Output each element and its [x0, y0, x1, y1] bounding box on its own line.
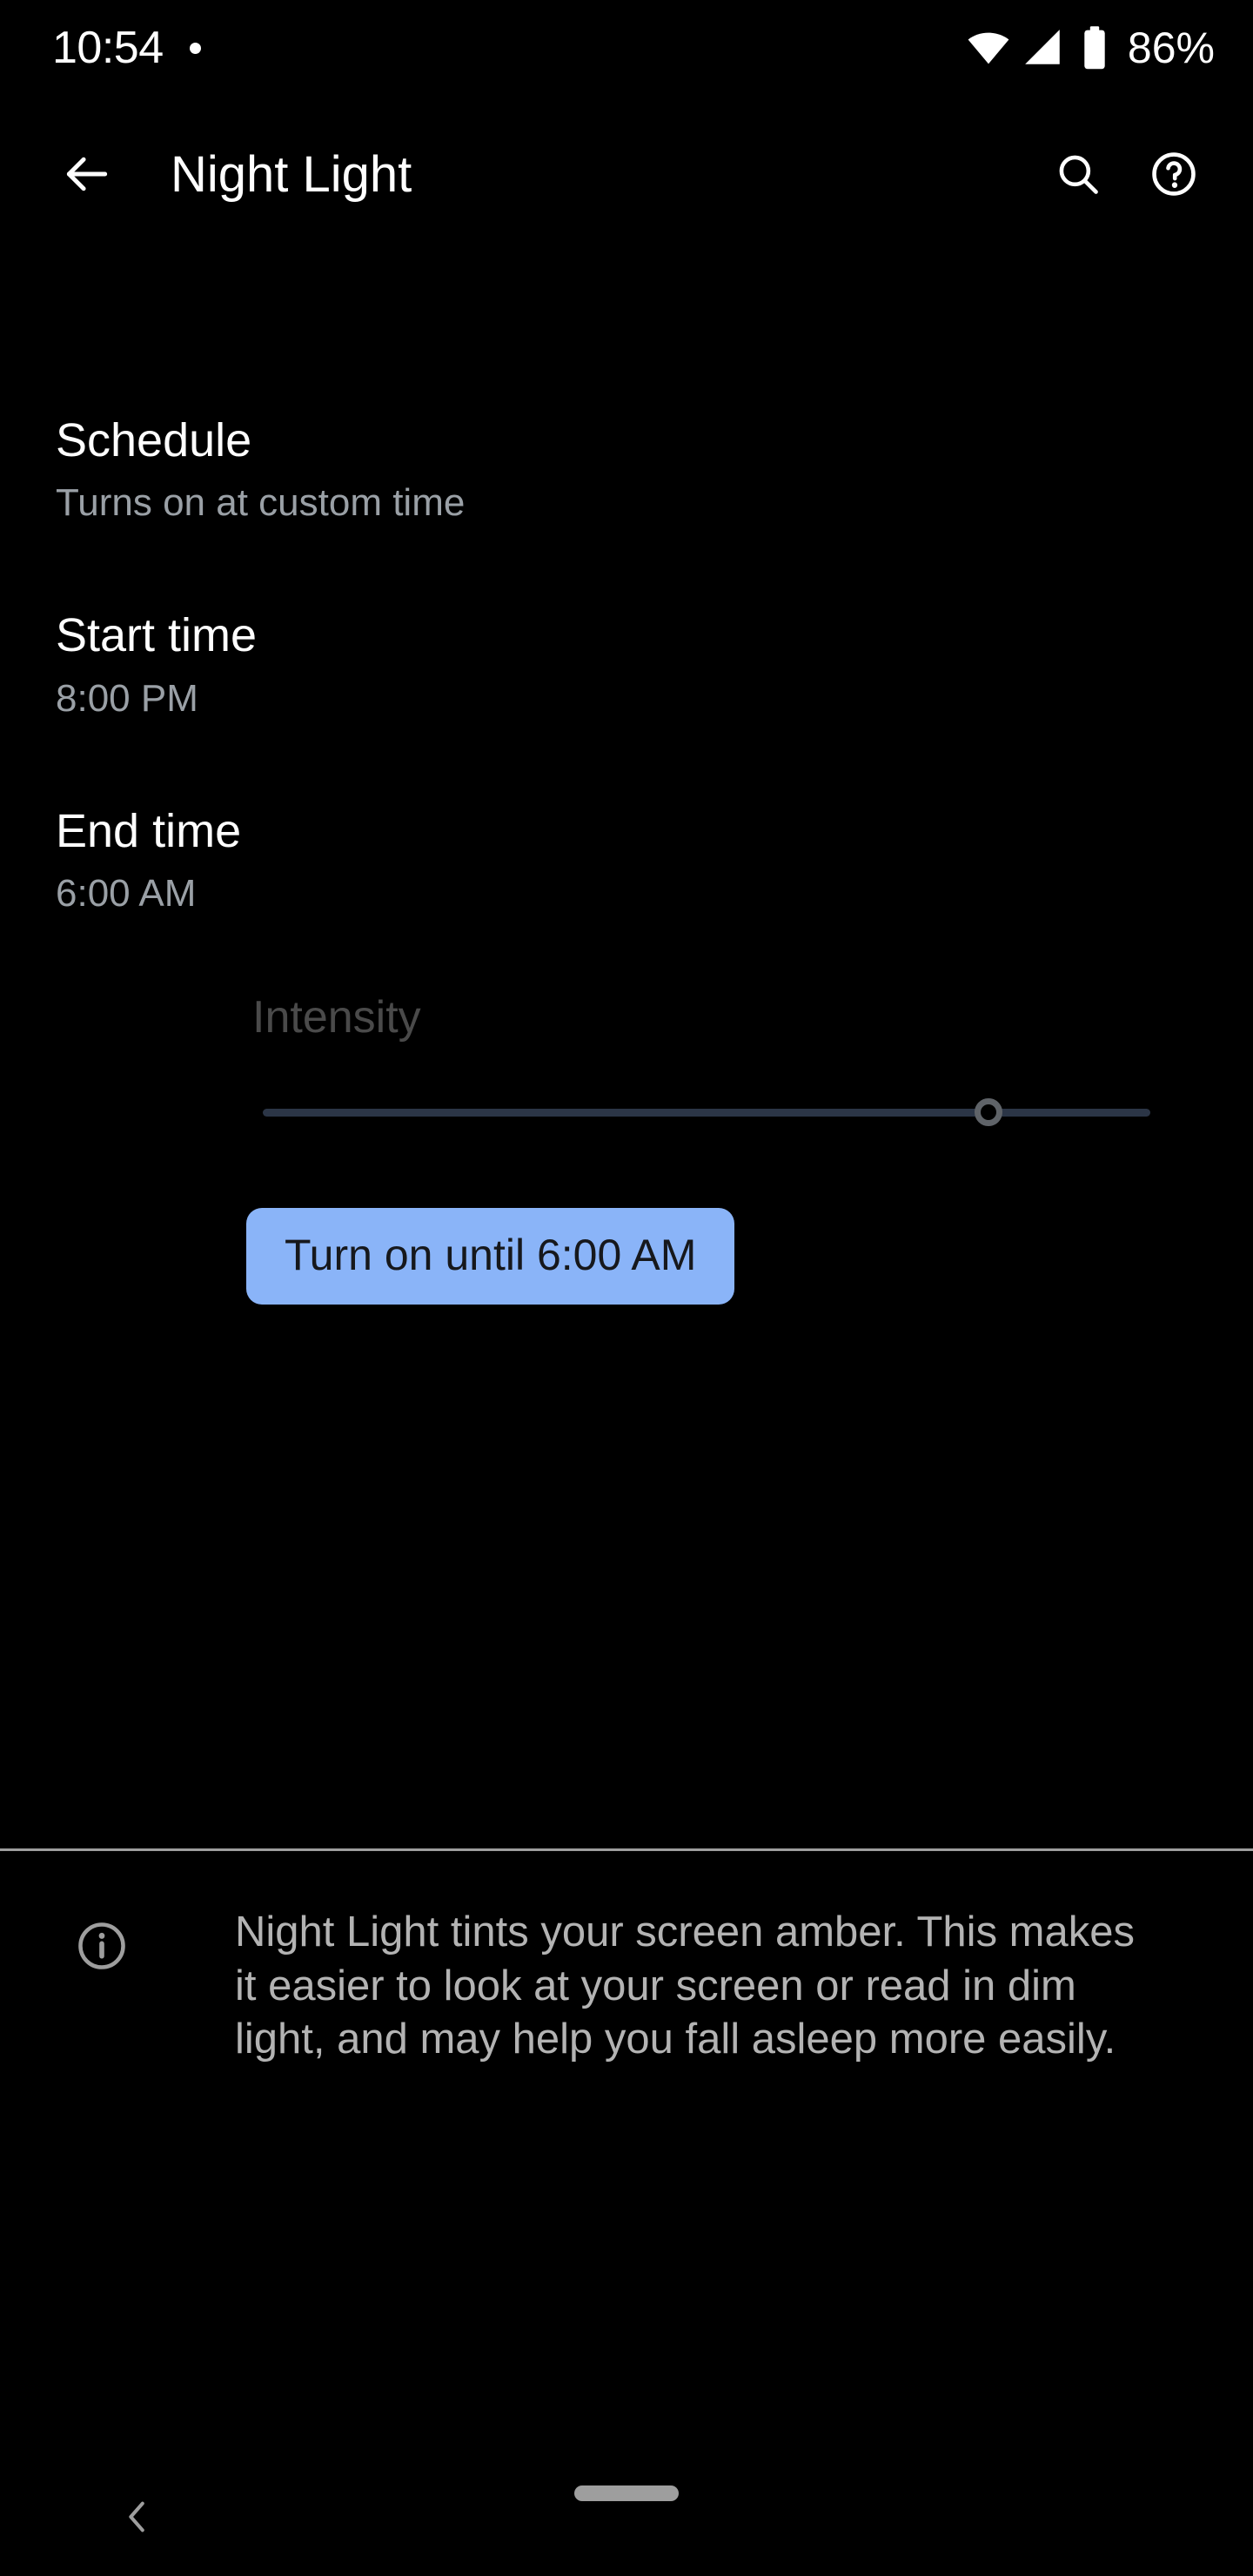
preference-title: Schedule: [56, 414, 252, 466]
status-bar-right: 86%: [966, 25, 1215, 70]
status-bar-clock: 10:54: [52, 23, 164, 73]
notification-dot-icon: [189, 42, 201, 54]
app-bar: Night Light: [0, 96, 1253, 252]
search-button[interactable]: [1030, 126, 1126, 222]
home-gesture-handle[interactable]: [574, 2485, 679, 2501]
settings-list: Schedule Turns on at custom time Start t…: [0, 252, 1253, 1305]
search-icon: [1059, 155, 1098, 194]
battery-icon: [1084, 26, 1105, 70]
preference-summary: Turns on at custom time: [56, 481, 466, 525]
intensity-section: Intensity: [0, 992, 1253, 1156]
info-circle-icon: [78, 1922, 125, 1969]
page-title: Night Light: [171, 145, 412, 203]
battery-percent-label: 86%: [1127, 23, 1215, 72]
footer-info-section: Night Light tints your screen amber. Thi…: [0, 1906, 1253, 2067]
intensity-slider-track: [263, 1109, 1150, 1117]
back-button[interactable]: [42, 129, 132, 219]
cellular-signal-icon: [1025, 30, 1060, 64]
preference-title: End time: [56, 804, 242, 857]
preference-row-end-time[interactable]: End time 6:00 AM: [0, 805, 1253, 916]
preference-summary: 6:00 AM: [56, 872, 197, 916]
preference-summary: 8:00 PM: [56, 676, 198, 720]
preference-row-start-time[interactable]: Start time 8:00 PM: [0, 609, 1253, 721]
turn-on-button-container: Turn on until 6:00 AM: [0, 1208, 1253, 1305]
intensity-label: Intensity: [252, 992, 421, 1043]
preference-row-schedule[interactable]: Schedule Turns on at custom time: [0, 414, 1253, 526]
status-bar: 10:54 86%: [0, 0, 1253, 96]
arrow-back-icon: [66, 157, 108, 191]
footer-description-text: Night Light tints your screen amber. Thi…: [235, 1909, 1136, 2063]
help-circle-icon: [1152, 152, 1196, 196]
chevron-back-icon: [129, 2501, 144, 2532]
footer-divider: [0, 1848, 1253, 1851]
intensity-slider-thumb[interactable]: [975, 1098, 1003, 1127]
wifi-icon: [968, 32, 1009, 64]
preference-title: Start time: [56, 609, 258, 662]
info-icon-container: [63, 1906, 141, 1974]
intensity-slider[interactable]: [252, 1065, 1150, 1156]
nav-back-button[interactable]: [111, 2491, 164, 2543]
status-bar-left: 10:54: [52, 25, 201, 70]
turn-on-until-button[interactable]: Turn on until 6:00 AM: [246, 1208, 735, 1305]
help-button[interactable]: [1126, 126, 1222, 222]
system-navigation-bar: [0, 2454, 1253, 2576]
